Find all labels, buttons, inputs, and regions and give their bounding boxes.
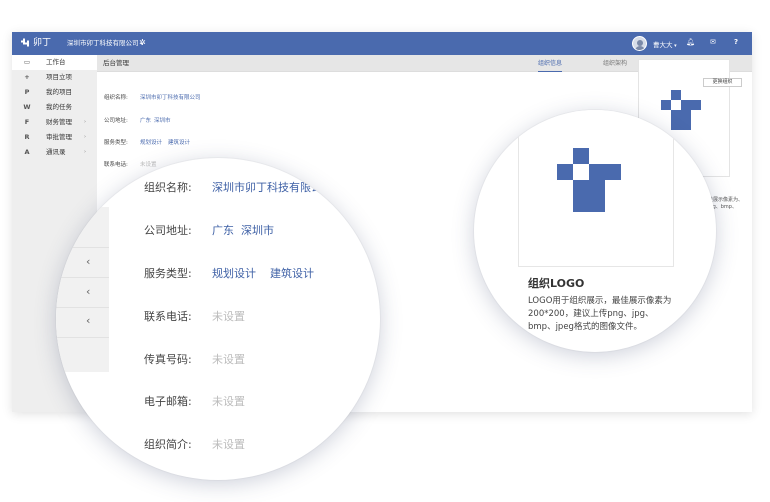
logo-section-description: LOGO用于组织展示，最佳展示像素为200*200，建议上传png、jpg、bm… <box>528 296 672 332</box>
field-label: 组织名称: <box>144 181 192 194</box>
city-value: 深圳市 <box>241 224 274 237</box>
email-value: 未设置 <box>212 395 245 408</box>
org-name-value: 深圳市卯丁科技有限公司 <box>212 181 333 194</box>
sidebar-item-label: 审批管理 <box>46 133 72 141</box>
form-row-org-name: 组织名称: 深圳市卯丁科技有限公司 <box>104 94 201 102</box>
field-label: 组织名称: <box>104 95 128 101</box>
field-label: 公司地址: <box>144 224 192 237</box>
chevron-right-icon: › <box>84 149 86 155</box>
monitor-icon: ▭ <box>23 58 31 66</box>
user-name: 曹大大 ▾ <box>653 41 677 49</box>
field-label: 联系电话: <box>144 310 192 323</box>
page-title: 后台管理 <box>103 59 129 67</box>
bell-icon[interactable]: 🔔︎ <box>686 37 695 47</box>
sidebar-item-my-tasks[interactable]: W 我的任务 <box>12 100 97 115</box>
a-letter-icon: A <box>24 148 30 156</box>
form-row-address: 公司地址: 广东 深圳市 <box>144 224 274 238</box>
p-letter-icon: P <box>24 88 30 96</box>
logo-mark-icon <box>21 38 29 47</box>
tab-org-info[interactable]: 组织信息 <box>538 55 563 72</box>
form-row-address: 公司地址: 广东 深圳市 <box>104 117 171 125</box>
province-value: 广东 <box>212 224 234 237</box>
chevron-left-icon[interactable]: ‹ <box>86 256 90 268</box>
sidebar-item-approval[interactable]: R 审批管理 › <box>12 130 97 145</box>
help-icon[interactable]: ? <box>734 37 738 47</box>
field-value: 深圳市卯丁科技有限公司 <box>140 95 201 101</box>
form-row-service: 服务类型: 规划设计 建筑设计 <box>104 139 190 147</box>
fax-value: 未设置 <box>212 353 245 366</box>
sidebar-item-label: 我的任务 <box>46 103 72 111</box>
sidebar-item-my-projects[interactable]: P 我的项目 <box>12 85 97 100</box>
field-label: 公司地址: <box>104 118 128 124</box>
field-value: 建筑设计 <box>168 140 191 146</box>
sidebar-item-contacts[interactable]: A 通讯录 › <box>12 145 97 160</box>
org-selector[interactable]: 深圳市卯丁科技有限公司 ▾ <box>67 38 143 49</box>
form-row-email: 电子邮箱: 未设置 <box>144 395 245 409</box>
org-logo-preview[interactable] <box>518 110 674 267</box>
service-type-value: 建筑设计 <box>270 267 314 280</box>
field-label: 传真号码: <box>144 353 192 366</box>
settings-icon[interactable]: ✲ <box>139 38 146 48</box>
sidebar-item-workbench[interactable]: ▭ 工作台 <box>12 55 97 70</box>
avatar[interactable] <box>632 36 647 51</box>
field-value: 规划设计 <box>140 140 163 146</box>
magnifier-right: 组织LOGO LOGO用于组织展示，最佳展示像素为200*200，建议上传png… <box>474 110 716 352</box>
logo-text: 卯丁 <box>33 38 52 48</box>
org-logo-icon <box>557 148 621 212</box>
form-row-phone: 联系电话: 未设置 <box>144 310 245 324</box>
field-value: 深圳市 <box>154 118 171 124</box>
r-letter-icon: R <box>24 133 30 141</box>
field-value: 广东 <box>140 118 152 124</box>
mail-icon[interactable]: ✉ <box>710 37 716 47</box>
chevron-left-icon[interactable]: ‹ <box>86 286 90 298</box>
chevron-right-icon: › <box>84 119 86 125</box>
phone-value: 未设置 <box>212 310 245 323</box>
form-row-fax: 传真号码: 未设置 <box>144 353 245 367</box>
logo-section-title: 组织LOGO <box>528 277 585 290</box>
change-logo-button[interactable]: 更换组织 <box>703 78 742 87</box>
sidebar-item-label: 财务管理 <box>46 118 72 126</box>
field-label: 组织简介: <box>144 438 192 451</box>
chevron-right-icon: › <box>84 134 86 140</box>
org-selector-label: 深圳市卯丁科技有限公司 <box>67 39 139 47</box>
f-letter-icon: F <box>24 118 30 126</box>
field-value: 未设置 <box>140 162 157 168</box>
collapsed-panel: ‹ ‹ ‹ <box>56 207 109 372</box>
w-letter-icon: W <box>23 103 31 111</box>
field-label: 电子邮箱: <box>144 395 192 408</box>
intro-value: 未设置 <box>212 438 245 451</box>
chevron-left-icon[interactable]: ‹ <box>86 315 90 327</box>
form-row-service: 服务类型: 规划设计 建筑设计 <box>144 267 314 281</box>
sidebar-item-project-setup[interactable]: + 项目立项 <box>12 70 97 85</box>
service-type-value: 规划设计 <box>212 267 256 280</box>
field-label: 联系电话: <box>104 162 128 168</box>
magnifier-left: ‹ ‹ ‹ 组织名称: 深圳市卯丁科技有限公司 公司地址: 广东 深圳市 服务类型: 规… <box>56 158 380 480</box>
field-label: 服务类型: <box>104 140 128 146</box>
sidebar-item-label: 我的项目 <box>46 88 72 96</box>
user-name-label: 曹大大 <box>653 41 673 49</box>
sidebar-item-label: 工作台 <box>46 58 66 66</box>
form-row-intro: 组织简介: 未设置 <box>144 438 245 452</box>
field-label: 服务类型: <box>144 267 192 280</box>
form-row-phone: 联系电话: 未设置 <box>104 161 157 169</box>
sidebar-item-finance[interactable]: F 财务管理 › <box>12 115 97 130</box>
form-row-org-name: 组织名称: 深圳市卯丁科技有限公司 <box>144 181 333 195</box>
tab-org-structure[interactable]: 组织架构 <box>603 55 627 72</box>
top-navbar: 卯丁 深圳市卯丁科技有限公司 ▾ ✲ 曹大大 ▾ 🔔︎ ✉ ? <box>12 32 752 55</box>
sidebar-item-label: 项目立项 <box>46 73 72 81</box>
app-logo[interactable]: 卯丁 <box>21 37 55 50</box>
screenshot-stage: 卯丁 深圳市卯丁科技有限公司 ▾ ✲ 曹大大 ▾ 🔔︎ ✉ ? ▭ 工作台 + 项… <box>0 0 770 502</box>
plus-icon: + <box>24 73 30 81</box>
sidebar-item-label: 通讯录 <box>46 148 66 156</box>
